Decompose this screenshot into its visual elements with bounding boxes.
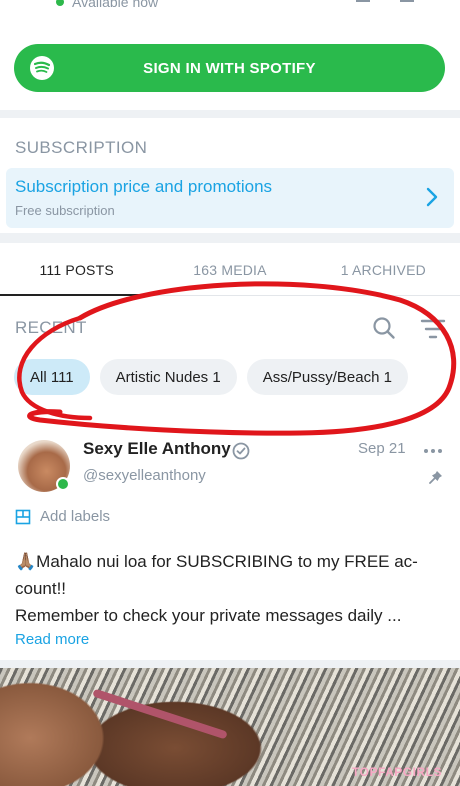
section-divider xyxy=(0,233,460,243)
sign-in-with-spotify-button[interactable]: SIGN IN WITH SPOTIFY xyxy=(14,44,445,92)
post-text-line: 🙏🏽Mahalo nui loa for SUBSCRIBING to my F… xyxy=(15,552,418,571)
label-filter-chips: All 111 Artistic Nudes 1 Ass/Pussy/Beach… xyxy=(14,359,408,395)
watermark: TOPFAPGIRLS xyxy=(352,765,442,779)
subscription-heading: SUBSCRIPTION xyxy=(15,138,148,157)
post-text: 🙏🏽Mahalo nui loa for SUBSCRIBING to my F… xyxy=(15,548,445,629)
section-divider xyxy=(0,660,460,668)
sort-icon[interactable] xyxy=(420,318,446,340)
online-indicator-icon xyxy=(56,477,70,491)
section-divider xyxy=(0,110,460,118)
post-text-line: count!! xyxy=(15,579,67,598)
availability-status: Available now xyxy=(56,0,158,10)
search-icon[interactable] xyxy=(372,316,396,340)
post-image-detail xyxy=(92,688,228,740)
post-date: Sep 21 xyxy=(358,440,406,457)
subscription-description: Free subscription xyxy=(15,203,115,218)
post-text-line: Remember to check your private messages … xyxy=(15,606,402,625)
chip-artistic-nudes[interactable]: Artistic Nudes 1 xyxy=(99,359,237,395)
more-options-icon[interactable] xyxy=(424,449,442,453)
verified-badge-icon xyxy=(232,442,250,460)
chip-all[interactable]: All 111 xyxy=(14,359,90,395)
read-more-link[interactable]: Read more xyxy=(15,631,89,648)
recent-heading: RECENT xyxy=(15,318,87,337)
tip-icon[interactable] xyxy=(356,0,370,2)
spotify-icon xyxy=(30,56,54,80)
online-status-icon xyxy=(56,0,64,6)
message-icon[interactable] xyxy=(400,0,414,2)
chevron-right-icon xyxy=(426,187,438,207)
subscription-promotions-link[interactable]: Subscription price and promotions Free s… xyxy=(6,168,454,228)
add-labels-text: Add labels xyxy=(40,508,111,525)
tab-posts[interactable]: 111 POSTS xyxy=(0,244,154,296)
spotify-button-label: SIGN IN WITH SPOTIFY xyxy=(143,59,316,77)
tab-archived[interactable]: 1 ARCHIVED xyxy=(307,244,460,295)
label-icon xyxy=(15,509,31,524)
author-handle[interactable]: @sexyelleanthony xyxy=(83,467,206,484)
profile-tabs: 111 POSTS 163 MEDIA 1 ARCHIVED xyxy=(0,244,460,296)
chip-ass-pussy-beach[interactable]: Ass/Pussy/Beach 1 xyxy=(246,359,408,395)
tab-media[interactable]: 163 MEDIA xyxy=(153,244,306,295)
pin-icon xyxy=(429,471,442,484)
subscription-title: Subscription price and promotions xyxy=(15,177,273,196)
add-labels-button[interactable]: Add labels xyxy=(15,508,110,525)
availability-text: Available now xyxy=(72,0,159,10)
author-name[interactable]: Sexy Elle Anthony xyxy=(83,439,231,459)
top-actions xyxy=(356,0,414,2)
